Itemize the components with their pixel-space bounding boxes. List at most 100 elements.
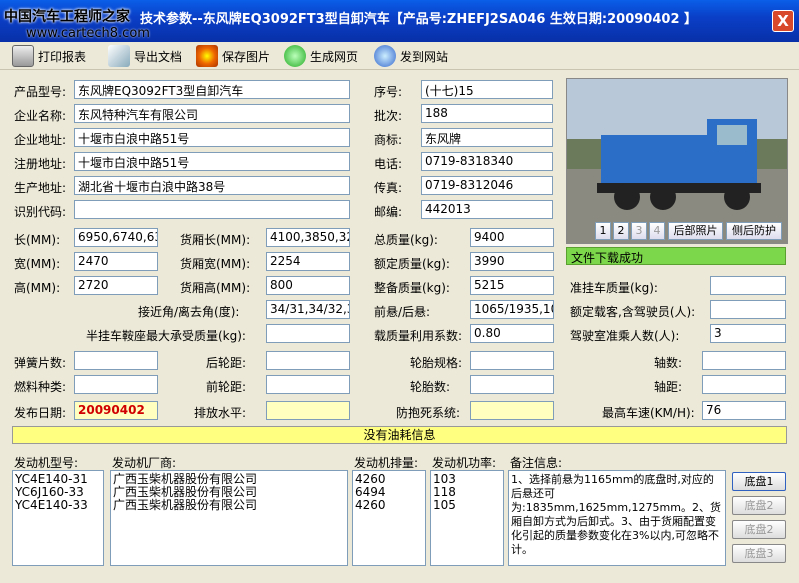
logo-watermark: 中国汽车工程师之家 [4,9,130,25]
id-code-field[interactable] [74,200,350,219]
save-image-button[interactable]: 保存图片 [196,44,270,68]
truck-image [567,79,787,243]
photo-page-2[interactable]: 2 [613,222,629,240]
batch-label: 批次: [374,109,403,123]
date-field[interactable]: 20090402 [74,401,158,420]
prod-address-field[interactable]: 湖北省十堰市白浪中路38号 [74,176,350,195]
height-field[interactable]: 2720 [74,276,158,295]
angle-field[interactable]: 34/31,34/32,3 [266,300,350,319]
engine-maker-list[interactable]: 广西玉柴机器股份有限公司 广西玉柴机器股份有限公司 广西玉柴机器股份有限公司 [110,470,348,566]
rear-track-field[interactable] [266,351,350,370]
rear-photo-button[interactable]: 后部照片 [668,222,723,240]
address-field[interactable]: 十堰市白浪中路51号 [74,128,350,147]
photo-page-1[interactable]: 1 [595,222,611,240]
engine-model-label: 发动机型号: [14,456,79,470]
emission-label: 排放水平: [194,406,247,420]
close-button[interactable]: X [772,10,794,32]
trailer-mass-label: 准挂车质量(kg): [570,281,658,295]
phone-field[interactable]: 0719-8318340 [421,152,553,171]
save-image-label: 保存图片 [222,49,271,64]
seq-field[interactable]: (十七)15 [421,80,553,99]
tire-spec-field[interactable] [470,351,554,370]
speed-field[interactable]: 76 [702,401,786,420]
abs-label: 防抱死系统: [396,406,461,420]
web-page-icon [284,45,306,67]
engine-power-list[interactable]: 103 118 105 [430,470,504,566]
length-label: 长(MM): [14,233,61,247]
length-field[interactable]: 6950,6740,639 [74,228,158,247]
util-field[interactable]: 0.80 [470,324,554,343]
engine-power-label: 发动机功率: [432,456,497,470]
tire-num-label: 轮胎数: [410,380,451,394]
emission-field[interactable] [266,401,350,420]
trailer-mass-field[interactable] [710,276,786,295]
send-site-button[interactable]: 发到网站 [374,44,448,68]
passengers-label: 额定载客,含驾驶员(人): [570,305,696,319]
generate-web-button[interactable]: 生成网页 [284,44,358,68]
printer-icon [12,45,34,67]
photo-page-4[interactable]: 4 [649,222,665,240]
chassis-3-button[interactable]: 底盘3 [732,544,786,563]
photo-page-3[interactable]: 3 [631,222,647,240]
abs-field[interactable] [470,401,554,420]
box-height-field[interactable]: 800 [266,276,350,295]
rated-load-field[interactable]: 3990 [470,252,554,271]
company-field[interactable]: 东风特种汽车有限公司 [74,104,350,123]
fuel-field[interactable] [74,375,158,394]
side-guard-button[interactable]: 侧后防护 [726,222,782,240]
toolbar: 打印报表 导出文档 保存图片 生成网页 发到网站 [0,42,799,70]
print-button[interactable]: 打印报表 [12,44,86,68]
export-button[interactable]: 导出文档 [108,44,182,68]
box-height-label: 货厢高(MM): [180,281,251,295]
box-width-label: 货厢宽(MM): [180,257,251,271]
brand-field[interactable]: 东风牌 [421,128,553,147]
cab-label: 驾驶室准乘人数(人): [570,329,680,343]
phone-label: 电话: [374,157,403,171]
width-field[interactable]: 2470 [74,252,158,271]
spring-label: 弹簧片数: [14,356,67,370]
wheelbase-field[interactable] [702,375,786,394]
chassis-1-button[interactable]: 底盘1 [732,472,786,491]
fax-field[interactable]: 0719-8312046 [421,176,553,195]
speed-label: 最高车速(KM/H): [602,406,695,420]
chassis-2b-button[interactable]: 底盘2 [732,520,786,539]
axles-field[interactable] [702,351,786,370]
id-code-label: 识别代码: [14,205,67,219]
product-model-field[interactable]: 东风牌EQ3092FT3型自卸汽车 [74,80,350,99]
rear-track-label: 后轮距: [206,356,247,370]
height-label: 高(MM): [14,281,61,295]
saddle-label: 半挂车鞍座最大承受质量(kg): [86,329,246,343]
notes-box[interactable]: 1、选择前悬为1165mm的底盘时,对应的后悬还可为:1835mm,1625mm… [508,470,726,566]
zip-field[interactable]: 442013 [421,200,553,219]
cab-field[interactable]: 3 [710,324,786,343]
batch-field[interactable]: 188 [421,104,553,123]
box-length-label: 货厢长(MM): [180,233,251,247]
tire-num-field[interactable] [470,375,554,394]
engine-displacement-list[interactable]: 4260 6494 4260 [352,470,426,566]
axles-label: 轴数: [654,356,683,370]
zip-label: 邮编: [374,205,403,219]
saddle-field[interactable] [266,324,350,343]
vehicle-photo [566,78,788,244]
curb-mass-field[interactable]: 5215 [470,276,554,295]
front-track-field[interactable] [266,375,350,394]
spring-field[interactable] [74,351,158,370]
overhang-field[interactable]: 1065/1935,10 [470,300,554,319]
passengers-field[interactable] [710,300,786,319]
company-label: 企业名称: [14,109,67,123]
notes-label: 备注信息: [510,456,563,470]
reg-address-field[interactable]: 十堰市白浪中路51号 [74,152,350,171]
wheelbase-label: 轴距: [654,380,683,394]
chassis-2-button[interactable]: 底盘2 [732,496,786,515]
engine-model-list[interactable]: YC4E140-31 YC6J160-33 YC4E140-33 [12,470,104,566]
box-width-field[interactable]: 2254 [266,252,350,271]
box-length-field[interactable]: 4100,3850,325 [266,228,350,247]
overhang-label: 前悬/后悬: [374,305,431,319]
document-icon [108,45,130,67]
address-label: 企业地址: [14,133,67,147]
width-label: 宽(MM): [14,257,61,271]
total-mass-field[interactable]: 9400 [470,228,554,247]
fuel-label: 燃料种类: [14,380,67,394]
seq-label: 序号: [374,85,403,99]
generate-web-label: 生成网页 [310,49,359,64]
